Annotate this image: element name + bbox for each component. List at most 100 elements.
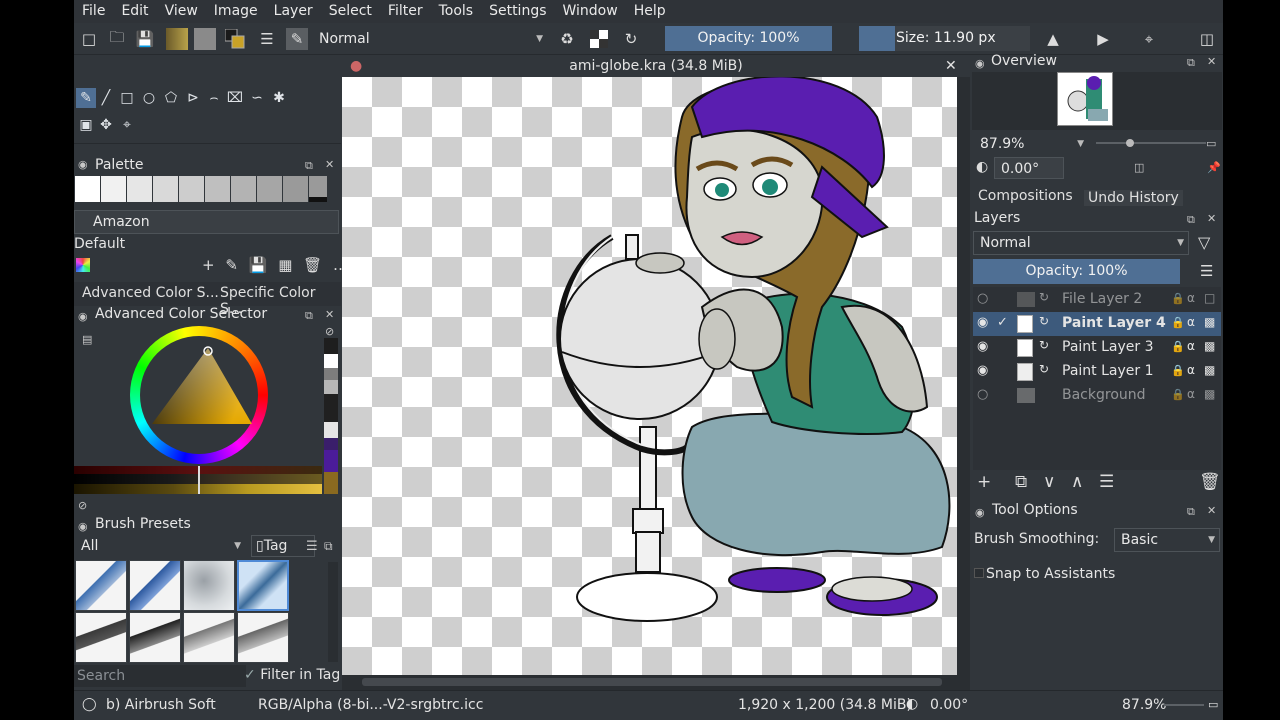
selected-check-icon[interactable]: ✓ <box>997 315 1008 330</box>
menu-window[interactable]: Window <box>555 0 626 23</box>
freehand-path-icon[interactable]: ⌧ <box>225 88 245 108</box>
palette-swatch[interactable] <box>283 176 308 202</box>
brush-preset-icon[interactable]: ✎ <box>286 28 308 50</box>
rotate-icon[interactable]: ◐ <box>976 159 988 175</box>
float-icon[interactable]: ⧉ <box>305 309 313 323</box>
palette-swatch[interactable] <box>101 176 126 202</box>
inherit-alpha-icon[interactable]: ▩ <box>1204 339 1215 353</box>
brush-preset-airbrush[interactable] <box>183 560 235 611</box>
visibility-icon[interactable]: ○ <box>977 291 988 306</box>
layer-row[interactable]: ◉ ↻ Paint Layer 3 🔒 α ▩ <box>973 336 1221 360</box>
freehand-brush-icon[interactable]: ✎ <box>76 88 96 108</box>
polygon-tool-icon[interactable]: ⬠ <box>161 88 181 108</box>
lock-icon[interactable]: 🔒 <box>1171 292 1185 305</box>
multibrush-icon[interactable]: ✱ <box>269 88 289 108</box>
brush-preset-pencil-grey[interactable] <box>183 612 235 663</box>
visibility-icon[interactable]: ◉ <box>977 363 988 378</box>
reload-preset-icon[interactable]: ↻ <box>620 28 642 50</box>
dynamic-brush-icon[interactable]: ∽ <box>247 88 267 108</box>
preset-scrollbar[interactable] <box>328 562 338 662</box>
brush-preset-airbrush-soft[interactable] <box>237 560 289 611</box>
layer-row[interactable]: ○ ↻ File Layer 2 🔒 α □ <box>973 288 1221 312</box>
inherit-alpha-icon[interactable]: ▩ <box>1204 363 1215 377</box>
menu-help[interactable]: Help <box>626 0 674 23</box>
alpha-icon[interactable]: α <box>1187 315 1195 329</box>
palette-swatch[interactable] <box>75 176 100 202</box>
tab-undo-history[interactable]: Undo History <box>1084 190 1183 206</box>
add-layer-icon[interactable]: + <box>977 472 991 492</box>
delete-layer-icon[interactable]: 🗑 <box>1199 472 1221 492</box>
alpha-icon[interactable]: α <box>1187 363 1195 377</box>
menu-tools[interactable]: Tools <box>431 0 482 23</box>
palette-swatch[interactable] <box>127 176 152 202</box>
tab-compositions[interactable]: Compositions <box>978 188 1073 204</box>
pin-icon[interactable]: 📌 <box>1207 161 1221 174</box>
inherit-alpha-icon[interactable]: ▩ <box>1204 387 1215 401</box>
drawing-canvas[interactable] <box>342 75 957 675</box>
history-swatch[interactable] <box>324 422 338 438</box>
float-icon[interactable]: ⧉ <box>1187 56 1195 70</box>
menu-settings[interactable]: Settings <box>481 0 554 23</box>
brush-preset-marker[interactable] <box>129 612 181 663</box>
float-icon[interactable]: ⧉ <box>1187 505 1195 519</box>
add-icon[interactable]: + <box>202 256 215 274</box>
edit-icon[interactable]: ✎ <box>225 256 238 274</box>
eraser-icon[interactable]: ♻ <box>556 28 578 50</box>
brush-tag-filter[interactable]: All ▼ <box>74 534 246 558</box>
history-swatch[interactable] <box>324 380 338 394</box>
alpha-icon[interactable]: α <box>1187 339 1195 353</box>
filter-in-tag-checkbox[interactable]: ✓ Filter in Tag <box>244 667 340 683</box>
alpha-icon[interactable]: α <box>1187 387 1195 401</box>
visibility-icon[interactable]: ◉ <box>977 315 988 330</box>
view-mode-icon[interactable]: ☰ <box>306 539 318 554</box>
move-up-icon[interactable]: ∧ <box>1071 472 1083 492</box>
visibility-icon[interactable]: ○ <box>977 387 988 402</box>
saturation-value-triangle[interactable] <box>130 326 268 464</box>
layer-blend-select[interactable]: Normal ▼ <box>973 231 1189 255</box>
float-icon[interactable]: ⧉ <box>1187 213 1195 227</box>
lock-icon[interactable]: 🔒 <box>1171 340 1185 353</box>
close-icon[interactable]: ✕ <box>1207 55 1216 68</box>
history-swatch[interactable] <box>324 450 338 472</box>
save-icon[interactable]: 💾 <box>249 256 268 274</box>
menu-select[interactable]: Select <box>321 0 380 23</box>
inherit-alpha-icon[interactable]: ▩ <box>1204 315 1215 329</box>
mirror-view-icon[interactable]: ◫ <box>1134 161 1144 174</box>
layer-opacity-slider[interactable]: Opacity: 100% <box>973 259 1180 284</box>
layer-row[interactable]: ◉ ↻ Paint Layer 1 🔒 α ▩ <box>973 360 1221 384</box>
brush-settings-icon[interactable]: ☰ <box>256 28 278 50</box>
palette-swatch[interactable] <box>257 176 282 202</box>
vertical-scrollbar[interactable] <box>957 77 970 675</box>
clear-history-icon[interactable]: ⊘ <box>325 325 334 338</box>
close-icon[interactable]: ✕ <box>945 55 957 77</box>
fg-bg-color-icon[interactable] <box>224 28 246 50</box>
menu-file[interactable]: File <box>74 0 113 23</box>
layer-row[interactable]: ○ Background 🔒 α ▩ <box>973 384 1221 408</box>
history-swatch[interactable] <box>324 368 338 380</box>
clear-shades-icon[interactable]: ⊘ <box>78 499 87 512</box>
menu-layer[interactable]: Layer <box>266 0 321 23</box>
palette-name-select[interactable]: Amazon <box>74 210 339 234</box>
filter-icon[interactable]: ▽ <box>1198 233 1210 252</box>
size-slider[interactable]: Size: 11.90 px <box>859 26 1030 51</box>
brush-preset-pencil-blue[interactable] <box>129 560 181 611</box>
alpha-icon[interactable]: α <box>1187 291 1195 305</box>
overview-thumbnail-area[interactable] <box>972 72 1222 130</box>
palette-swatch[interactable] <box>205 176 230 202</box>
folder-icon[interactable]: □ <box>1204 291 1215 305</box>
mirror-horizontal-icon[interactable]: ▲ <box>1042 28 1064 50</box>
close-icon[interactable]: ✕ <box>1207 504 1216 517</box>
history-swatch[interactable] <box>324 354 338 368</box>
opacity-slider[interactable]: Opacity: 100% <box>665 26 832 51</box>
save-icon[interactable]: 💾 <box>134 28 156 50</box>
delete-icon[interactable]: 🗑 <box>303 256 322 274</box>
float-icon[interactable]: ⧉ <box>324 539 333 554</box>
line-tool-icon[interactable]: ╱ <box>96 88 116 108</box>
status-zoom-slider[interactable] <box>1164 704 1204 706</box>
panel-layout-icon[interactable]: ◫ <box>1196 28 1218 50</box>
lock-icon[interactable]: 🔒 <box>1171 388 1185 401</box>
history-swatch[interactable] <box>324 394 338 422</box>
fit-view-icon[interactable]: ▭ <box>1208 698 1218 711</box>
float-icon[interactable]: ⧉ <box>305 159 313 173</box>
layer-menu-icon[interactable]: ☰ <box>1200 262 1213 280</box>
